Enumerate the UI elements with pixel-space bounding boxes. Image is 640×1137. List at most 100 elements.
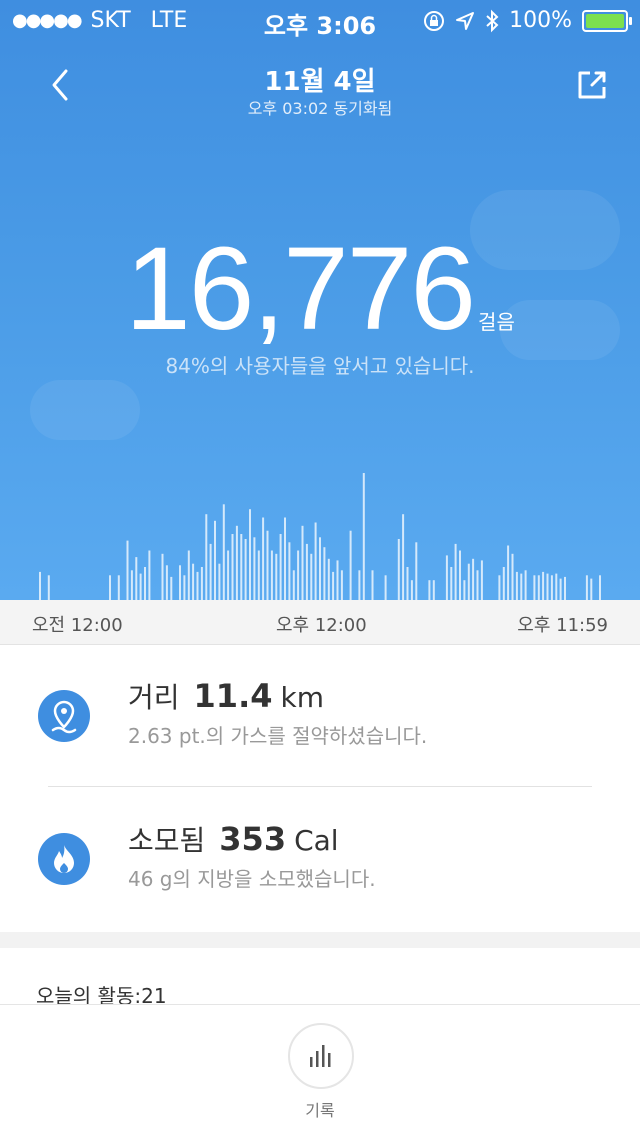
chart-bar bbox=[310, 553, 313, 600]
calories-unit: Cal bbox=[294, 824, 339, 857]
status-bar: ●●●●● SKT LTE 오후 3:06 100% bbox=[0, 0, 640, 40]
chart-bar bbox=[450, 567, 453, 600]
distance-unit: km bbox=[280, 681, 324, 714]
axis-label-end: 오후 11:59 bbox=[517, 615, 608, 636]
chart-bar bbox=[349, 530, 352, 600]
chart-bar bbox=[459, 550, 461, 600]
chart-bar bbox=[117, 575, 120, 600]
chart-bar bbox=[262, 517, 265, 600]
chart-bar bbox=[130, 570, 133, 600]
chart-bar bbox=[222, 504, 225, 600]
chart-bar bbox=[384, 575, 387, 600]
chart-bar bbox=[564, 576, 566, 600]
chart-bar bbox=[301, 525, 304, 600]
flame-icon bbox=[54, 845, 74, 873]
chart-bar bbox=[559, 578, 562, 600]
chart-bar bbox=[515, 571, 518, 600]
chart-bar bbox=[144, 567, 146, 600]
page-title: 11월 4일 bbox=[264, 67, 376, 97]
chart-bar bbox=[432, 580, 435, 600]
section-gap bbox=[0, 932, 640, 948]
chart-bar bbox=[511, 553, 514, 600]
chart-bar bbox=[270, 550, 273, 600]
chart-bar bbox=[183, 575, 186, 600]
lock-rotation-icon bbox=[424, 10, 445, 31]
chart-bar bbox=[463, 580, 466, 600]
chart-bar bbox=[288, 542, 291, 600]
chart-bar bbox=[209, 543, 212, 600]
chart-bar bbox=[319, 537, 321, 600]
chart-bar bbox=[472, 558, 475, 600]
chart-bar bbox=[314, 522, 317, 600]
step-count-value: 16,776 bbox=[125, 223, 476, 355]
chart-bar bbox=[498, 575, 501, 600]
location-pin-icon bbox=[51, 700, 77, 734]
distance-label: 거리 bbox=[128, 681, 180, 714]
chart-bar bbox=[205, 514, 208, 600]
chart-bar bbox=[179, 565, 181, 600]
battery-cap bbox=[629, 16, 632, 25]
chart-bar bbox=[161, 553, 164, 600]
calories-line: 소모됨 353 Cal bbox=[128, 819, 339, 859]
chart-bar bbox=[415, 542, 418, 600]
chart-bar bbox=[126, 540, 129, 600]
chart-bar bbox=[39, 571, 41, 600]
calories-label: 소모됨 bbox=[128, 824, 206, 857]
chart-bar bbox=[406, 567, 409, 600]
chart-bar bbox=[590, 578, 593, 600]
chart-bar bbox=[402, 514, 405, 600]
chart-bar bbox=[148, 550, 151, 600]
chart-bar bbox=[240, 534, 243, 600]
chart-bar bbox=[279, 534, 282, 600]
chart-bar bbox=[292, 570, 295, 600]
chart-bar bbox=[192, 563, 195, 600]
chart-bar bbox=[187, 550, 190, 600]
chart-bar bbox=[170, 576, 173, 600]
chart-bar bbox=[275, 553, 278, 600]
chart-bar bbox=[139, 573, 142, 600]
chart-bar bbox=[480, 560, 483, 600]
battery-level bbox=[586, 13, 624, 28]
axis-label-start: 오전 12:00 bbox=[32, 615, 123, 636]
chart-bar bbox=[257, 550, 260, 600]
chart-bar bbox=[323, 547, 326, 600]
chart-bar bbox=[520, 573, 523, 600]
distance-line: 거리 11.4 km bbox=[128, 676, 324, 716]
chart-bar bbox=[231, 534, 234, 600]
chart-bar bbox=[358, 570, 361, 600]
chart-bar bbox=[109, 575, 111, 600]
location-icon bbox=[456, 11, 475, 30]
chart-bar bbox=[546, 573, 549, 600]
chart-bar bbox=[550, 575, 553, 600]
chart-bar bbox=[218, 563, 221, 600]
calories-icon-badge bbox=[38, 833, 90, 885]
nav-header: 11월 4일 오후 03:02 동기화됨 bbox=[0, 55, 640, 125]
chart-bar bbox=[555, 573, 558, 600]
bar-chart-icon bbox=[310, 1045, 331, 1067]
chart-bar bbox=[327, 558, 330, 600]
summary-hero: ●●●●● SKT LTE 오후 3:06 100% 11월 4일 오후 03:… bbox=[0, 0, 640, 600]
chart-time-axis: 오전 12:00 오후 12:00 오후 11:59 bbox=[0, 600, 640, 645]
record-label[interactable]: 기록 bbox=[0, 1097, 640, 1121]
step-count-unit: 걸음 bbox=[478, 310, 515, 334]
chart-bar bbox=[454, 543, 457, 600]
distance-detail: 2.63 pt.의 가스를 절약하셨습니다. bbox=[128, 724, 428, 748]
chart-bar bbox=[467, 563, 470, 600]
calories-section: 소모됨 353 Cal 46 g의 지방을 소모했습니다. bbox=[0, 787, 640, 932]
record-button[interactable] bbox=[288, 1023, 354, 1089]
chart-bar bbox=[244, 539, 247, 600]
share-icon[interactable] bbox=[570, 63, 614, 107]
axis-label-mid: 오후 12:00 bbox=[276, 615, 367, 636]
bottom-bar: 기록 bbox=[0, 1004, 640, 1137]
battery-percent: 100% bbox=[509, 8, 572, 33]
chart-bar bbox=[533, 575, 536, 600]
sync-status: 오후 03:02 동기화됨 bbox=[247, 99, 393, 118]
chart-bar bbox=[227, 550, 230, 600]
chart-bar bbox=[235, 525, 238, 600]
chart-bar bbox=[371, 570, 374, 600]
chart-bar bbox=[200, 567, 203, 600]
chart-bar bbox=[297, 550, 300, 600]
bluetooth-icon bbox=[486, 9, 499, 32]
step-comparison-text: 84%의 사용자들을 앞서고 있습니다. bbox=[165, 354, 475, 378]
calories-value: 353 bbox=[219, 820, 287, 858]
